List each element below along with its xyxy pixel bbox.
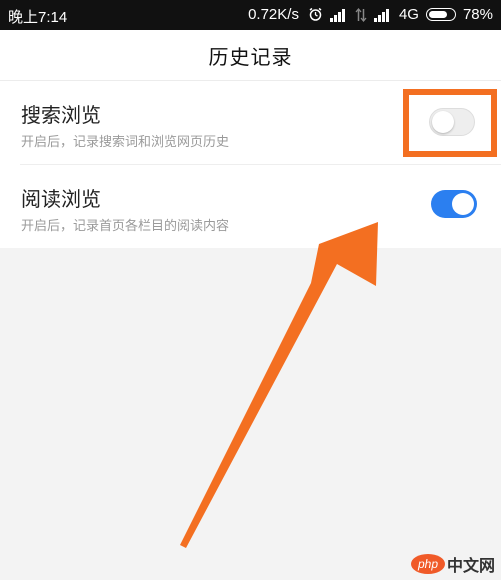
reading-browsing-toggle[interactable] bbox=[431, 190, 477, 218]
battery-percent: 78% bbox=[462, 6, 493, 23]
battery-icon bbox=[425, 8, 456, 21]
arrow-shape bbox=[180, 222, 378, 548]
setting-title: 阅读浏览 bbox=[21, 187, 101, 211]
setting-title: 搜索浏览 bbox=[21, 103, 101, 127]
status-time: 晚上7:14 bbox=[8, 9, 68, 26]
toggle-knob bbox=[452, 193, 474, 215]
data-arrows-icon bbox=[355, 7, 367, 22]
setting-description: 开启后，记录搜索词和浏览网页历史 bbox=[21, 135, 230, 150]
alarm-icon bbox=[308, 7, 323, 22]
setting-description: 开启后，记录首页各栏目的阅读内容 bbox=[21, 219, 230, 234]
watermark-text: 中文网 bbox=[446, 556, 495, 575]
status-bar: 晚上7:14 0.72K/s 4G 78% bbox=[0, 0, 501, 30]
status-indicators: 0.72K/s 4G 78% bbox=[248, 6, 493, 23]
network-speed: 0.72K/s bbox=[248, 6, 299, 23]
watermark: php 中文网 bbox=[410, 552, 495, 576]
network-type: 4G bbox=[398, 6, 419, 23]
setting-row-reading-browsing[interactable]: 阅读浏览 开启后，记录首页各栏目的阅读内容 bbox=[0, 165, 501, 248]
battery-level bbox=[428, 11, 447, 18]
signal-icon bbox=[373, 8, 392, 22]
page-header: 历史记录 bbox=[0, 30, 501, 81]
highlight-box bbox=[403, 89, 497, 157]
signal-icon bbox=[329, 8, 348, 22]
php-logo: php bbox=[410, 554, 445, 574]
page-title: 历史记录 bbox=[208, 45, 293, 69]
